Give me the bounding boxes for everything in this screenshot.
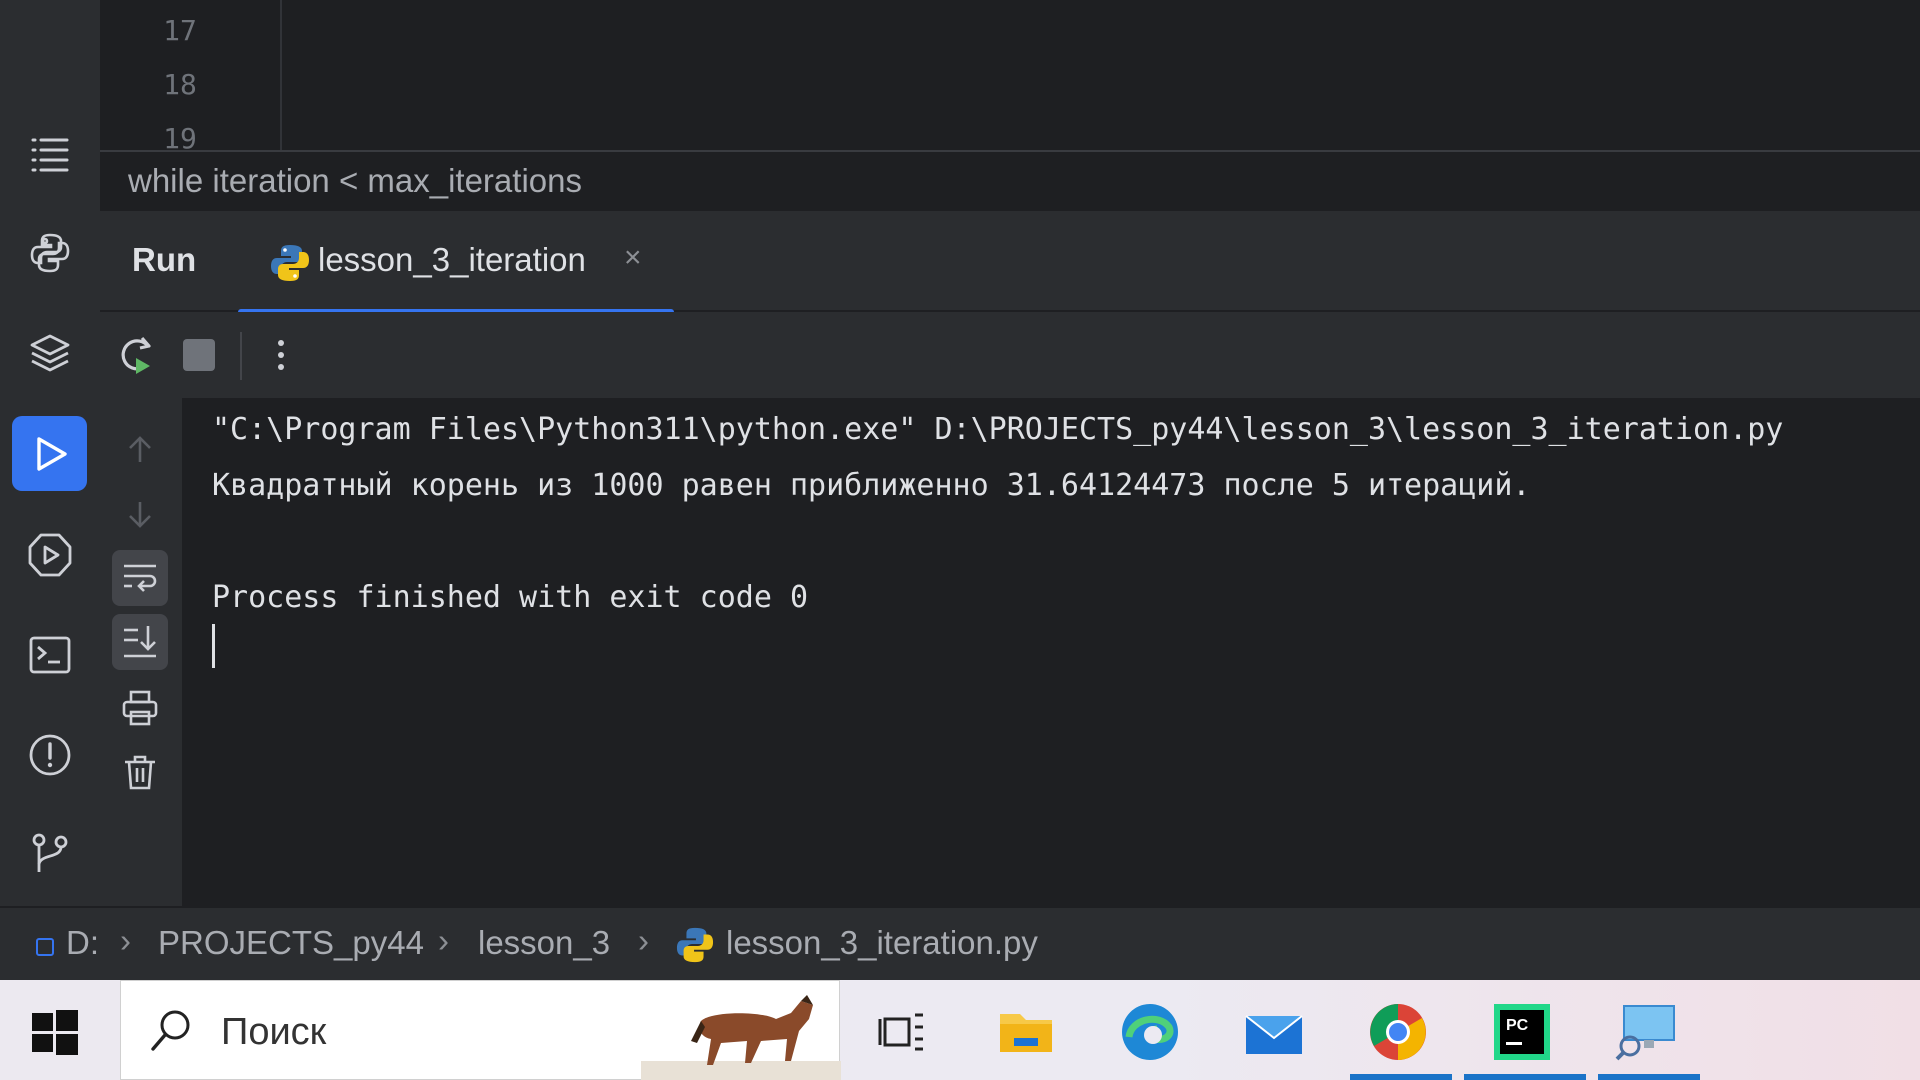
line-number: 17 xyxy=(163,14,197,47)
taskbar-search-box[interactable]: Поиск xyxy=(120,980,841,1080)
search-placeholder: Поиск xyxy=(221,1011,327,1053)
code-editor[interactable]: 17 18 19 xyxy=(100,0,1920,150)
print-button[interactable] xyxy=(112,680,168,736)
file-explorer-icon xyxy=(1000,1014,1052,1052)
windows-start-icon[interactable] xyxy=(30,1008,80,1058)
text-caret xyxy=(212,624,215,668)
stop-button[interactable] xyxy=(176,332,222,378)
console-side-toolbar xyxy=(100,398,182,906)
task-view-icon xyxy=(878,1013,923,1051)
services-button[interactable] xyxy=(12,517,87,592)
status-bar: D: › PROJECTS_py44 › lesson_3 › lesson_3… xyxy=(0,906,1920,980)
soft-wrap-button[interactable] xyxy=(112,550,168,606)
run-tool-button[interactable] xyxy=(12,416,87,491)
terminal-icon xyxy=(29,636,70,673)
pycharm-active-indicator xyxy=(1464,1074,1586,1080)
structure-icon xyxy=(31,138,68,171)
python-file-icon xyxy=(676,927,714,963)
run-tab[interactable]: lesson_3_iteration × xyxy=(238,211,674,315)
scroll-down-button[interactable] xyxy=(112,486,168,542)
soft-wrap-icon xyxy=(124,564,157,592)
console-line: "C:\Program Files\Python311\python.exe" … xyxy=(212,412,1784,447)
path-crumb-project[interactable]: PROJECTS_py44 xyxy=(158,924,424,962)
task-view-button[interactable] xyxy=(870,1000,934,1064)
python-file-icon xyxy=(271,245,309,281)
tool-window-bar xyxy=(0,0,100,906)
search-icon xyxy=(151,1010,190,1051)
line-number-gutter: 17 18 19 xyxy=(100,0,282,150)
path-crumb-folder[interactable]: lesson_3 xyxy=(478,924,610,962)
mail-icon xyxy=(1245,1015,1303,1054)
console-line: Квадратный корень из 1000 равен приближе… xyxy=(212,468,1531,503)
python-packages-button[interactable] xyxy=(12,215,87,290)
console-line: Process finished with exit code 0 xyxy=(212,580,809,615)
remote-desktop-button[interactable] xyxy=(1614,1000,1678,1064)
edge-button[interactable] xyxy=(1118,1000,1182,1064)
path-separator: › xyxy=(638,922,649,959)
code-breadcrumb[interactable]: while iteration < max_iterations xyxy=(128,162,582,200)
rerun-button[interactable] xyxy=(112,332,158,378)
run-tab-label: lesson_3_iteration xyxy=(318,241,586,278)
problems-button[interactable] xyxy=(12,717,87,792)
problems-icon xyxy=(29,734,70,775)
path-separator: › xyxy=(438,922,449,959)
mail-button[interactable] xyxy=(1242,1000,1306,1064)
toolbar-separator xyxy=(240,332,242,380)
scroll-to-end-button[interactable] xyxy=(112,614,168,670)
run-panel-title: Run xyxy=(132,241,197,278)
layers-icon xyxy=(30,334,69,371)
remote-desktop-icon xyxy=(1615,1005,1675,1061)
stop-icon xyxy=(183,339,215,371)
run-icon xyxy=(36,436,67,471)
clear-all-button[interactable] xyxy=(112,744,168,800)
more-options-button[interactable] xyxy=(258,332,304,378)
chrome-active-indicator xyxy=(1350,1074,1452,1080)
file-explorer-button[interactable] xyxy=(994,1000,1058,1064)
chrome-button[interactable] xyxy=(1366,1000,1430,1064)
line-number: 19 xyxy=(163,122,197,150)
scroll-to-end-icon xyxy=(124,626,156,658)
path-separator: › xyxy=(120,922,131,959)
python-icon xyxy=(30,233,69,272)
close-tab-icon[interactable]: × xyxy=(624,241,642,275)
structure-button[interactable] xyxy=(12,115,87,190)
print-icon xyxy=(122,690,158,726)
rerun-icon xyxy=(121,336,151,374)
drive-icon xyxy=(36,938,54,956)
chrome-icon xyxy=(1370,1004,1426,1060)
remote-desktop-active-indicator xyxy=(1598,1074,1700,1080)
line-number: 18 xyxy=(163,68,197,101)
version-control-button[interactable] xyxy=(12,815,87,890)
run-tool-window-header: Run lesson_3_iteration × xyxy=(100,210,1920,315)
layers-button[interactable] xyxy=(12,315,87,390)
git-branch-icon xyxy=(32,833,67,872)
code-breadcrumb-bar: while iteration < max_iterations xyxy=(100,150,1920,210)
path-crumb-file[interactable]: lesson_3_iteration.py xyxy=(726,924,1038,962)
windows-taskbar: Поиск PC xyxy=(0,980,1920,1080)
more-vertical-icon xyxy=(278,340,284,370)
svg-text:PC: PC xyxy=(1506,1017,1529,1034)
arrow-up-icon xyxy=(129,436,151,462)
console-output[interactable]: "C:\Program Files\Python311\python.exe" … xyxy=(182,398,1920,906)
trash-icon xyxy=(125,755,155,790)
path-crumb-drive[interactable]: D: xyxy=(66,924,99,962)
edge-icon xyxy=(1122,1004,1178,1060)
terminal-button[interactable] xyxy=(12,617,87,692)
scroll-up-button[interactable] xyxy=(112,422,168,478)
run-toolbar xyxy=(100,312,1920,398)
arrow-down-icon xyxy=(129,502,151,528)
pycharm-button[interactable]: PC xyxy=(1490,1000,1554,1064)
horse-search-highlight-icon xyxy=(641,995,841,1080)
pycharm-icon: PC xyxy=(1494,1004,1550,1060)
services-icon xyxy=(28,533,71,576)
